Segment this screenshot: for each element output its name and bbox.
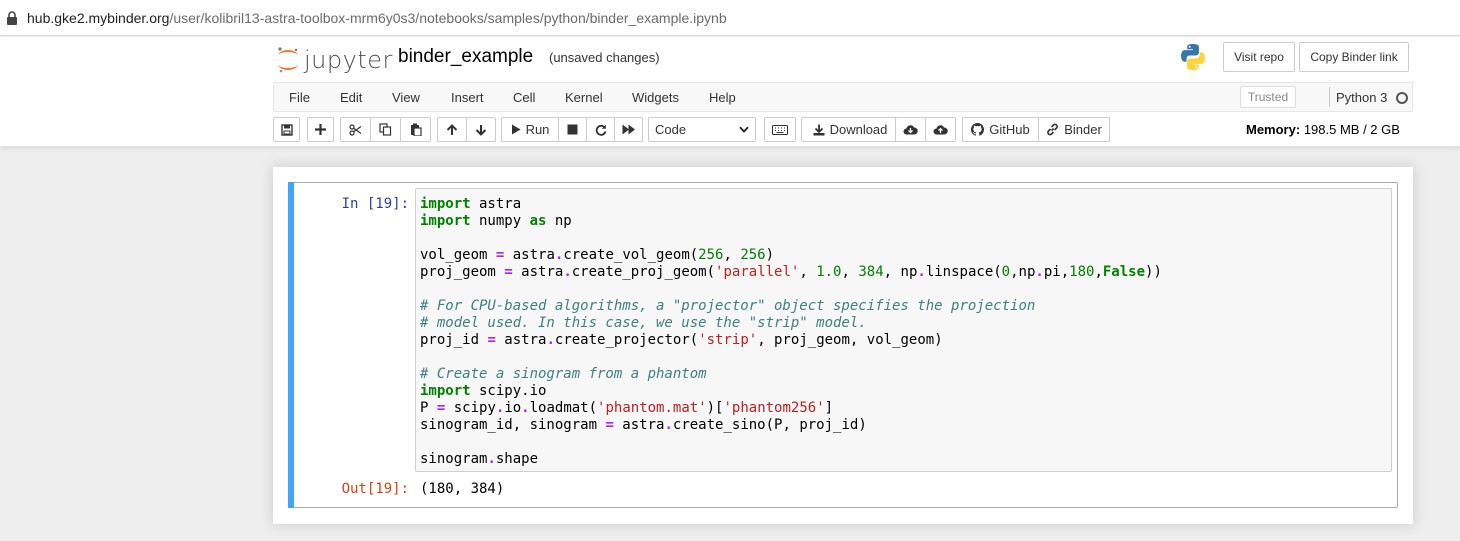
input-prompt: In [19]: (341, 196, 409, 212)
url-host: hub.gke2.mybinder.org (27, 9, 170, 26)
output-prompt: Out[19]: (341, 481, 409, 497)
save-button[interactable] (273, 117, 300, 142)
binder-label: Binder (1064, 122, 1102, 137)
insert-cell-button[interactable] (307, 117, 334, 142)
browser-url-bar[interactable]: hub.gke2.mybinder.org/user/kolibril13-as… (0, 0, 1460, 36)
chevron-down-icon (739, 126, 749, 133)
memory-value: 198.5 MB / 2 GB (1303, 122, 1400, 137)
kernel-idle-icon (1396, 92, 1408, 104)
cell-selected-indicator (288, 182, 294, 508)
github-icon (971, 123, 985, 136)
cut-button[interactable] (340, 117, 371, 142)
run-button[interactable]: Run (501, 117, 559, 142)
menu-insert[interactable]: Insert (451, 90, 484, 105)
arrow-up-icon (446, 123, 458, 135)
save-icon (280, 123, 293, 136)
menu-widgets[interactable]: Widgets (632, 90, 679, 105)
copy-icon (379, 123, 392, 136)
jupyter-logo-text: jupyter (304, 46, 393, 74)
code-content[interactable]: import astra import numpy as np vol_geom… (420, 196, 1162, 468)
restart-run-all-button[interactable] (614, 117, 643, 142)
binder-button[interactable]: Binder (1038, 117, 1110, 142)
command-palette-button[interactable] (764, 117, 796, 142)
toolbar: Run Code Download GitHub Binder Memory: … (273, 117, 1413, 143)
github-label: GitHub (989, 122, 1030, 137)
menu-view[interactable]: View (392, 90, 420, 105)
move-down-button[interactable] (466, 117, 496, 142)
notebook-container: In [19]: import astra import numpy as np… (273, 167, 1413, 524)
download-icon (813, 124, 825, 135)
keyboard-icon (772, 124, 788, 135)
menu-file[interactable]: File (289, 90, 310, 105)
menu-kernel[interactable]: Kernel (565, 90, 603, 105)
interrupt-button[interactable] (558, 117, 587, 142)
kernel-separator (1329, 87, 1330, 107)
download-label: Download (829, 122, 888, 137)
link-icon (1047, 123, 1059, 136)
play-icon (511, 124, 521, 135)
arrow-down-icon (475, 124, 487, 136)
copy-button[interactable] (370, 117, 401, 142)
jupyter-logo-icon (278, 47, 298, 73)
cloud-upload-icon (933, 125, 948, 135)
menu-cell[interactable]: Cell (513, 90, 535, 105)
move-up-button[interactable] (437, 117, 467, 142)
copy-binder-link-button[interactable]: Copy Binder link (1299, 42, 1409, 72)
memory-label: Memory: (1246, 122, 1301, 137)
jupyter-logo[interactable]: jupyter (276, 45, 393, 75)
scissors-icon (349, 123, 362, 136)
download-button[interactable]: Download (801, 117, 899, 142)
visit-repo-button[interactable]: Visit repo (1223, 42, 1295, 72)
cell-type-value: Code (655, 122, 687, 137)
cell-type-select[interactable]: Code (648, 117, 756, 142)
run-label: Run (525, 122, 550, 137)
kernel-name[interactable]: Python 3 (1336, 90, 1387, 105)
code-cell[interactable]: In [19]: import astra import numpy as np… (288, 182, 1398, 508)
plus-icon (315, 124, 326, 135)
trusted-indicator[interactable]: Trusted (1240, 86, 1296, 108)
menu-edit[interactable]: Edit (340, 90, 362, 105)
lock-icon (6, 10, 18, 25)
menu-help[interactable]: Help (709, 90, 736, 105)
cell-output: (180, 384) (420, 481, 505, 497)
notebook-name[interactable]: binder_example (398, 46, 533, 68)
paste-button[interactable] (400, 117, 431, 142)
cloud-download-icon (903, 125, 918, 135)
cloud-download-button[interactable] (895, 117, 926, 142)
github-button[interactable]: GitHub (962, 117, 1039, 142)
cloud-upload-button[interactable] (925, 117, 956, 142)
paste-icon (410, 123, 422, 136)
save-status: (unsaved changes) (549, 50, 660, 65)
memory-indicator: Memory: 198.5 MB / 2 GB (1246, 122, 1400, 137)
python-logo-icon (1178, 42, 1208, 72)
fast-forward-icon (622, 124, 635, 135)
code-editor[interactable]: import astra import numpy as np vol_geom… (415, 188, 1392, 472)
menubar: File Edit View Insert Cell Kernel Widget… (273, 82, 1413, 112)
jupyter-header: jupyter binder_example (unsaved changes)… (0, 37, 1460, 147)
restart-button[interactable] (586, 117, 615, 142)
restart-icon (595, 124, 606, 136)
stop-icon (567, 124, 578, 135)
url-text[interactable]: hub.gke2.mybinder.org/user/kolibril13-as… (27, 10, 727, 26)
url-path: /user/kolibril13-astra-toolbox-mrm6y0s3/… (169, 9, 727, 26)
